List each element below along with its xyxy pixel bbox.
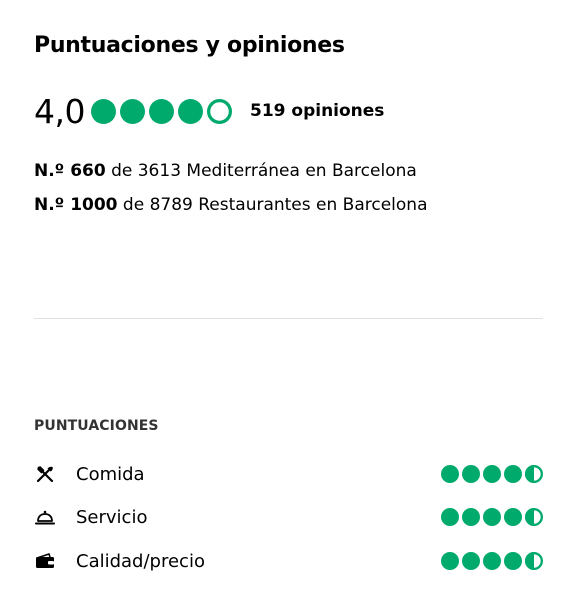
sub-bubble-rating — [441, 552, 543, 570]
sub-bubble-rating — [441, 465, 543, 483]
sub-bubble-rating — [441, 508, 543, 526]
bubble-full — [504, 552, 522, 570]
ranking-position: N.º 1000 — [34, 195, 118, 215]
bubble-full — [441, 465, 459, 483]
review-count-link[interactable]: 519 opiniones — [250, 101, 384, 121]
bubble-full — [90, 98, 116, 124]
ratings-and-reviews-panel: Puntuaciones y opiniones 4,0 519 opinion… — [34, 0, 543, 613]
ranking-position: N.º 660 — [34, 161, 106, 181]
bubble-full — [119, 98, 145, 124]
divider — [34, 318, 543, 319]
rating-row-value: Calidad/precio — [34, 547, 543, 575]
rating-label: Comida — [76, 463, 145, 485]
rating-label: Servicio — [76, 506, 148, 528]
bubble-full — [177, 98, 203, 124]
wallet-icon — [34, 550, 56, 572]
bubble-full — [483, 508, 501, 526]
rating-row-service: Servicio — [34, 503, 543, 531]
rating-row-food: Comida — [34, 460, 543, 488]
bubble-full — [483, 465, 501, 483]
ratings-heading: PUNTUACIONES — [34, 418, 159, 434]
bubble-full — [462, 465, 480, 483]
rating-label: Calidad/precio — [76, 550, 205, 572]
fork-knife-icon — [34, 463, 56, 485]
bubble-half — [525, 508, 543, 526]
bubble-full — [462, 552, 480, 570]
ranking-category: de 3613 Mediterránea en Barcelona — [105, 161, 417, 181]
bubble-half — [525, 552, 543, 570]
bubble-full — [441, 508, 459, 526]
bubble-full — [504, 508, 522, 526]
bubble-full — [441, 552, 459, 570]
bubble-full — [148, 98, 174, 124]
bubble-full — [462, 508, 480, 526]
ranking-mediterranean[interactable]: N.º 660 de 3613 Mediterránea en Barcelon… — [34, 161, 417, 181]
overall-bubble-rating — [90, 98, 232, 124]
service-bell-icon — [34, 506, 56, 528]
section-title: Puntuaciones y opiniones — [34, 33, 345, 58]
ranking-category: de 8789 Restaurantes en Barcelona — [117, 195, 428, 215]
overall-score: 4,0 — [34, 91, 85, 131]
ranking-restaurants[interactable]: N.º 1000 de 8789 Restaurantes en Barcelo… — [34, 195, 427, 215]
overall-score-row: 4,0 519 opiniones — [34, 90, 384, 132]
bubble-full — [483, 552, 501, 570]
bubble-half — [525, 465, 543, 483]
bubble-empty — [206, 98, 232, 124]
bubble-full — [504, 465, 522, 483]
